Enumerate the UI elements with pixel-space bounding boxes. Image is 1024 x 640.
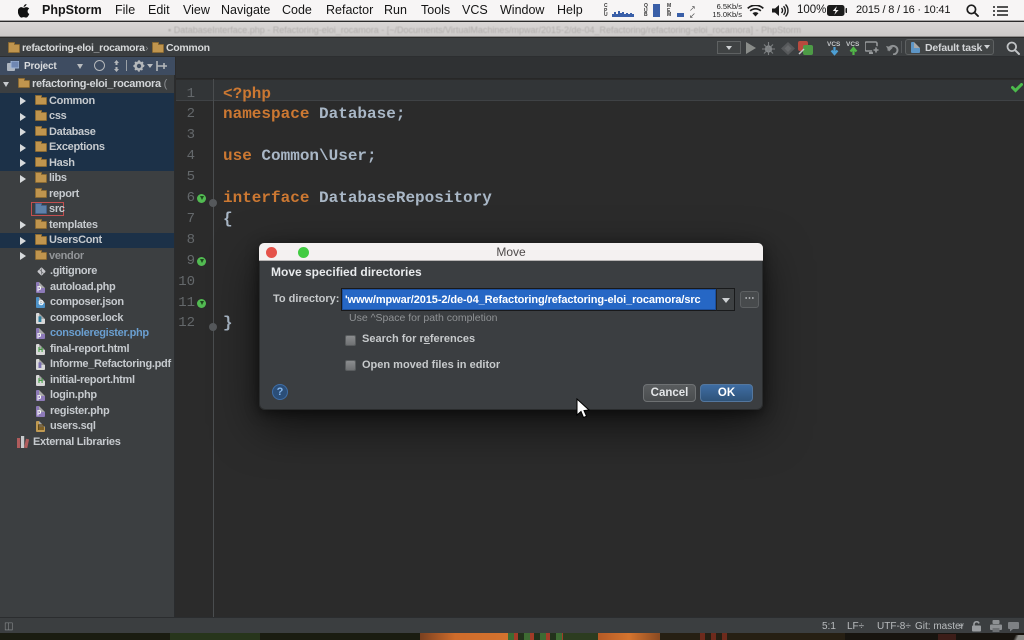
svg-text:VCS: VCS [827, 41, 841, 48]
